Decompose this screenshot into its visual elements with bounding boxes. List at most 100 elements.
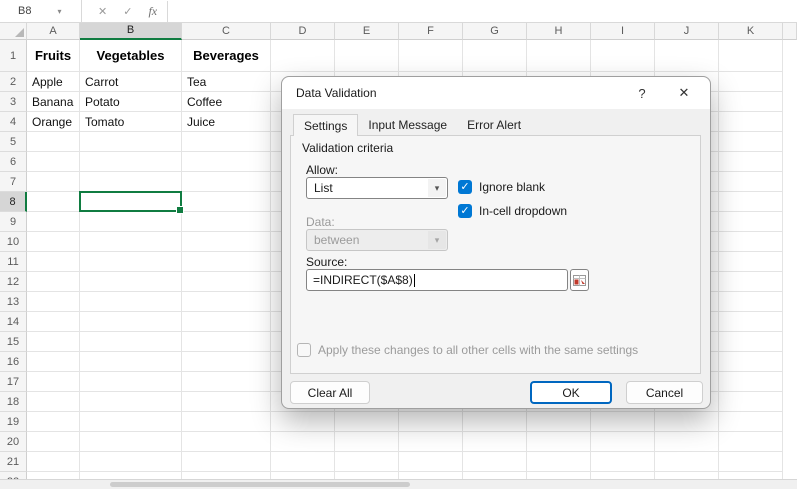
horizontal-scrollbar[interactable] bbox=[0, 479, 797, 489]
column-header-A[interactable]: A bbox=[27, 22, 80, 40]
cell-F20[interactable] bbox=[399, 432, 463, 452]
cell-K17[interactable] bbox=[719, 372, 783, 392]
column-header-J[interactable]: J bbox=[655, 22, 719, 40]
cell-I21[interactable] bbox=[591, 452, 655, 472]
cell-C18[interactable] bbox=[182, 392, 271, 412]
cell-F19[interactable] bbox=[399, 412, 463, 432]
cell-C1[interactable]: Beverages bbox=[182, 40, 271, 72]
cell-C8[interactable] bbox=[182, 192, 271, 212]
row-header-5[interactable]: 5 bbox=[0, 132, 27, 152]
cell-A9[interactable] bbox=[27, 212, 80, 232]
enter-entry-icon[interactable]: ✓ bbox=[123, 5, 132, 18]
cell-K3[interactable] bbox=[719, 92, 783, 112]
cell-C4[interactable]: Juice bbox=[182, 112, 271, 132]
row-header-16[interactable]: 16 bbox=[0, 352, 27, 372]
column-header-G[interactable]: G bbox=[463, 22, 527, 40]
cell-K10[interactable] bbox=[719, 232, 783, 252]
cell-A6[interactable] bbox=[27, 152, 80, 172]
cell-C11[interactable] bbox=[182, 252, 271, 272]
row-header-14[interactable]: 14 bbox=[0, 312, 27, 332]
cell-C10[interactable] bbox=[182, 232, 271, 252]
cell-B9[interactable] bbox=[80, 212, 182, 232]
cell-C6[interactable] bbox=[182, 152, 271, 172]
cell-G20[interactable] bbox=[463, 432, 527, 452]
cell-B17[interactable] bbox=[80, 372, 182, 392]
cell-A1[interactable]: Fruits bbox=[27, 40, 80, 72]
cell-C9[interactable] bbox=[182, 212, 271, 232]
cell-A5[interactable] bbox=[27, 132, 80, 152]
row-header-17[interactable]: 17 bbox=[0, 372, 27, 392]
cell-A20[interactable] bbox=[27, 432, 80, 452]
cell-B18[interactable] bbox=[80, 392, 182, 412]
close-icon[interactable]: ✕ bbox=[668, 80, 700, 106]
cell-A18[interactable] bbox=[27, 392, 80, 412]
column-header-H[interactable]: H bbox=[527, 22, 591, 40]
cell-K8[interactable] bbox=[719, 192, 783, 212]
cell-A12[interactable] bbox=[27, 272, 80, 292]
row-header-21[interactable]: 21 bbox=[0, 452, 27, 472]
cell-B7[interactable] bbox=[80, 172, 182, 192]
cell-F1[interactable] bbox=[399, 40, 463, 72]
cell-K15[interactable] bbox=[719, 332, 783, 352]
clear-all-button[interactable]: Clear All bbox=[290, 381, 370, 404]
cell-G19[interactable] bbox=[463, 412, 527, 432]
row-header-8[interactable]: 8 bbox=[0, 192, 27, 212]
row-header-4[interactable]: 4 bbox=[0, 112, 27, 132]
cell-K7[interactable] bbox=[719, 172, 783, 192]
checkbox-checked-icon[interactable]: ✓ bbox=[458, 180, 472, 194]
cell-B1[interactable]: Vegetables bbox=[80, 40, 182, 72]
checkbox-checked-icon[interactable]: ✓ bbox=[458, 204, 472, 218]
cell-K14[interactable] bbox=[719, 312, 783, 332]
cell-K16[interactable] bbox=[719, 352, 783, 372]
row-header-10[interactable]: 10 bbox=[0, 232, 27, 252]
cell-B12[interactable] bbox=[80, 272, 182, 292]
cell-F21[interactable] bbox=[399, 452, 463, 472]
cell-B2[interactable]: Carrot bbox=[80, 72, 182, 92]
cell-A21[interactable] bbox=[27, 452, 80, 472]
cell-E21[interactable] bbox=[335, 452, 399, 472]
cell-K19[interactable] bbox=[719, 412, 783, 432]
row-header-7[interactable]: 7 bbox=[0, 172, 27, 192]
cell-A16[interactable] bbox=[27, 352, 80, 372]
cell-C2[interactable]: Tea bbox=[182, 72, 271, 92]
row-header-1[interactable]: 1 bbox=[0, 40, 27, 72]
cell-E19[interactable] bbox=[335, 412, 399, 432]
cell-C21[interactable] bbox=[182, 452, 271, 472]
cell-C12[interactable] bbox=[182, 272, 271, 292]
row-header-6[interactable]: 6 bbox=[0, 152, 27, 172]
cell-A4[interactable]: Orange bbox=[27, 112, 80, 132]
cell-I1[interactable] bbox=[591, 40, 655, 72]
row-header-18[interactable]: 18 bbox=[0, 392, 27, 412]
cell-B10[interactable] bbox=[80, 232, 182, 252]
row-header-20[interactable]: 20 bbox=[0, 432, 27, 452]
cell-A11[interactable] bbox=[27, 252, 80, 272]
cell-C19[interactable] bbox=[182, 412, 271, 432]
cell-K1[interactable] bbox=[719, 40, 783, 72]
column-header-K[interactable]: K bbox=[719, 22, 783, 40]
cell-E1[interactable] bbox=[335, 40, 399, 72]
cell-I20[interactable] bbox=[591, 432, 655, 452]
column-header-F[interactable]: F bbox=[399, 22, 463, 40]
column-header-I[interactable]: I bbox=[591, 22, 655, 40]
horizontal-scrollbar-thumb[interactable] bbox=[110, 482, 410, 487]
cell-K4[interactable] bbox=[719, 112, 783, 132]
cell-C17[interactable] bbox=[182, 372, 271, 392]
cell-A7[interactable] bbox=[27, 172, 80, 192]
cell-J1[interactable] bbox=[655, 40, 719, 72]
cell-H21[interactable] bbox=[527, 452, 591, 472]
cell-K5[interactable] bbox=[719, 132, 783, 152]
cell-C3[interactable]: Coffee bbox=[182, 92, 271, 112]
ok-button[interactable]: OK bbox=[530, 381, 612, 404]
insert-function-icon[interactable]: fx bbox=[148, 4, 157, 19]
cell-C13[interactable] bbox=[182, 292, 271, 312]
cell-C14[interactable] bbox=[182, 312, 271, 332]
cell-A17[interactable] bbox=[27, 372, 80, 392]
ignore-blank-checkbox[interactable]: ✓ Ignore blank bbox=[458, 180, 545, 194]
cell-K20[interactable] bbox=[719, 432, 783, 452]
in-cell-dropdown-checkbox[interactable]: ✓ In-cell dropdown bbox=[458, 204, 567, 218]
cell-B4[interactable]: Tomato bbox=[80, 112, 182, 132]
cell-C16[interactable] bbox=[182, 352, 271, 372]
cell-B19[interactable] bbox=[80, 412, 182, 432]
source-input[interactable]: =INDIRECT($A$8) bbox=[306, 269, 568, 291]
row-header-11[interactable]: 11 bbox=[0, 252, 27, 272]
